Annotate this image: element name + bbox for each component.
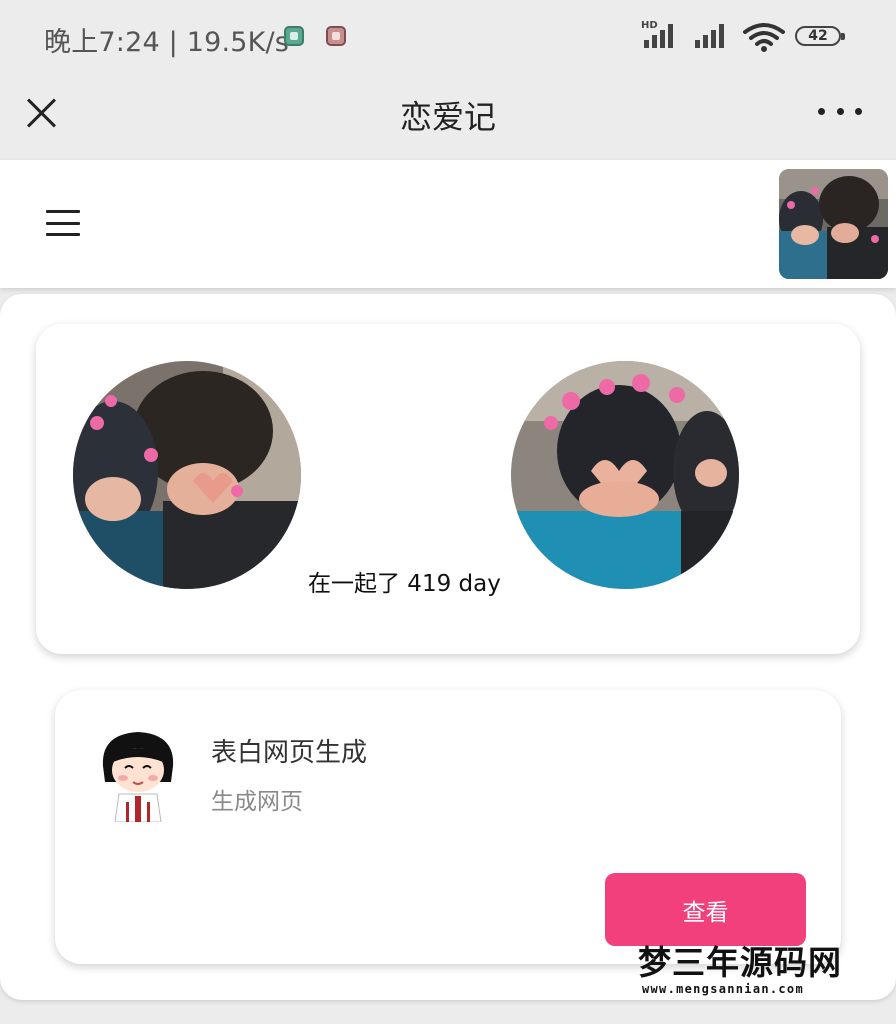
feature-title: 表白网页生成 <box>211 738 368 768</box>
watermark-name: 梦三年源码网 <box>638 943 842 982</box>
battery-icon: 42 <box>795 26 845 46</box>
together-days-text: 在一起了 419 day <box>308 571 501 597</box>
page-title: 恋爱记 <box>399 98 496 136</box>
cell-signal-icon <box>695 24 724 48</box>
view-button[interactable]: 查看 <box>605 873 806 946</box>
confession-page-card: 表白网页生成 生成网页 查看 <box>55 690 841 964</box>
app-notification-icon <box>284 26 304 46</box>
watermark: 梦三年源码网 www.mengsannian.com <box>638 944 878 1000</box>
couple-card: 在一起了 419 day <box>36 324 860 654</box>
more-icon[interactable] <box>818 108 862 118</box>
cell-signal-icon <box>644 24 673 48</box>
menu-icon[interactable] <box>46 210 80 236</box>
main-content: 在一起了 419 day 表白网页生成 生成网页 查看 <box>0 288 896 1024</box>
wifi-icon <box>743 23 785 52</box>
status-bar: 晚上7:24 | 19.5K/s HD 42 <box>0 0 896 78</box>
app-header <box>0 160 896 288</box>
boyfriend-avatar[interactable] <box>73 361 301 589</box>
watermark-url: www.mengsannian.com <box>642 982 804 996</box>
status-time-speed: 晚上7:24 | 19.5K/s <box>44 27 290 58</box>
header-avatar[interactable] <box>779 169 888 279</box>
cartoon-girl-icon <box>99 726 177 823</box>
main-panel: 在一起了 419 day 表白网页生成 生成网页 查看 <box>0 294 896 1000</box>
photo-notification-icon <box>326 26 346 46</box>
girlfriend-avatar[interactable] <box>511 361 739 589</box>
title-bar: 恋爱记 <box>0 78 896 160</box>
feature-subtitle: 生成网页 <box>211 789 303 815</box>
